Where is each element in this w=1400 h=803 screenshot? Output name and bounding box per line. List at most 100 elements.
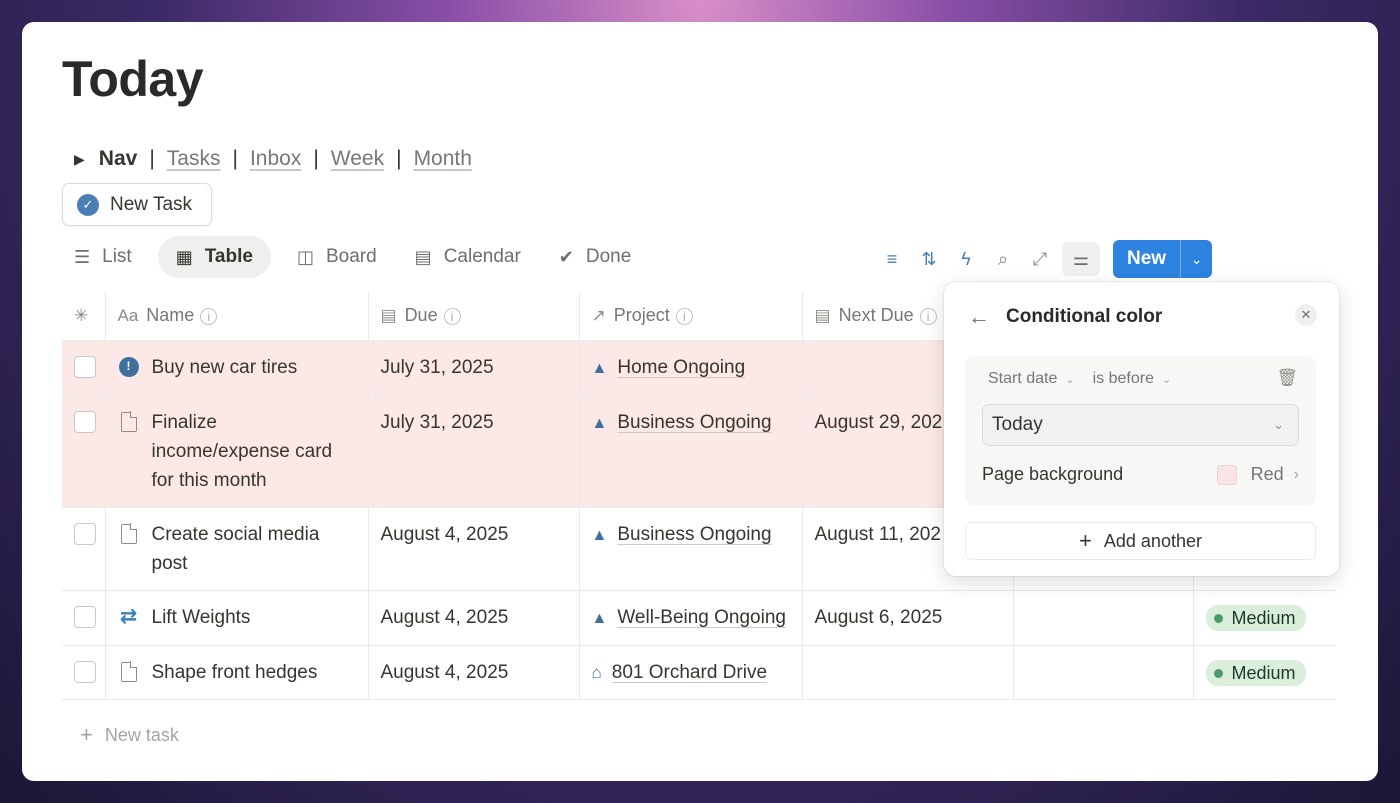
empty-cell[interactable] (1013, 645, 1193, 699)
alarm-icon: ! (118, 357, 140, 382)
rocket-icon: ▲ (592, 610, 608, 627)
project-link[interactable]: Business Ongoing (617, 412, 771, 433)
house-icon: ⌂ (592, 663, 602, 682)
info-icon[interactable]: i (200, 308, 217, 325)
project-link[interactable]: Well-Being Ongoing (617, 607, 786, 628)
chevron-down-icon: ⌄ (1162, 373, 1171, 386)
select-all-header[interactable]: ✳ (62, 292, 105, 340)
row-checkbox[interactable] (74, 411, 96, 433)
project-cell[interactable]: ⌂ 801 Orchard Drive (579, 645, 802, 699)
filter-icon[interactable]: ≡ (877, 242, 907, 276)
project-cell[interactable]: ▲Business Ongoing (579, 507, 802, 590)
table-row[interactable]: Shape front hedges August 4, 2025 ⌂ 801 O… (62, 645, 1336, 699)
next-due-cell[interactable] (802, 645, 1013, 699)
name-cell[interactable]: ⇄Lift Weights (105, 590, 368, 645)
add-another-button[interactable]: + Add another (965, 522, 1316, 560)
sort-icon[interactable]: ⇅ (914, 242, 944, 276)
value-select-text: Today (992, 414, 1043, 436)
add-another-label: Add another (1104, 531, 1202, 552)
calendar-icon: ▤ (815, 306, 831, 325)
plus-icon: + (80, 722, 93, 748)
property-dropdown[interactable]: Start date (988, 370, 1057, 388)
column-header-due[interactable]: ▤Duei (368, 292, 579, 340)
chevron-down-icon[interactable]: ⌄ (1180, 240, 1212, 278)
row-checkbox-cell (62, 507, 105, 590)
task-name: Shape front hedges (152, 658, 318, 687)
name-cell[interactable]: Shape front hedges (105, 645, 368, 699)
expand-icon[interactable]: ⤢ (1025, 242, 1055, 276)
info-icon[interactable]: i (676, 308, 693, 325)
project-link[interactable]: Home Ongoing (617, 357, 745, 378)
rocket-icon: ▲ (592, 360, 608, 377)
automation-bolt-icon[interactable]: ϟ (951, 242, 981, 276)
operator-dropdown[interactable]: is before (1093, 370, 1154, 388)
tab-calendar[interactable]: ▤ Calendar (403, 236, 533, 278)
empty-cell[interactable] (1013, 590, 1193, 645)
due-cell[interactable]: July 31, 2025 (368, 395, 579, 507)
row-checkbox-cell (62, 395, 105, 507)
relation-arrow-icon: ↗ (592, 306, 606, 325)
row-checkbox[interactable] (74, 606, 96, 628)
nav-link-month[interactable]: Month (414, 147, 472, 171)
project-link[interactable]: Business Ongoing (617, 524, 771, 545)
project-cell[interactable]: ▲ Well-Being Ongoing (579, 590, 802, 645)
project-cell[interactable]: ▲ Home Ongoing (579, 340, 802, 395)
column-header-project[interactable]: ↗Projecti (579, 292, 802, 340)
tab-done[interactable]: ✔ Done (547, 236, 644, 278)
close-icon[interactable]: ✕ (1295, 304, 1317, 326)
new-button[interactable]: New (1113, 240, 1180, 278)
color-target-row[interactable]: Page background Red › (982, 464, 1299, 485)
document-icon (118, 412, 140, 495)
row-checkbox[interactable] (74, 661, 96, 683)
task-name: Buy new car tires (152, 353, 298, 382)
tab-label: Calendar (444, 246, 521, 268)
project-link[interactable]: 801 Orchard Drive (612, 662, 767, 683)
column-header-name[interactable]: AaNamei (105, 292, 368, 340)
new-button-group: New ⌄ (1113, 240, 1212, 278)
calendar-icon: ▤ (415, 247, 432, 268)
app-window: Today ▶ Nav | Tasks | Inbox | Week | Mon… (22, 22, 1378, 781)
priority-cell[interactable]: Medium (1193, 645, 1336, 699)
row-checkbox[interactable] (74, 523, 96, 545)
name-cell[interactable]: Finalize income/expense card for this mo… (105, 395, 368, 507)
due-cell[interactable]: August 4, 2025 (368, 590, 579, 645)
nav-separator: | (396, 147, 401, 171)
nav-separator: | (232, 147, 237, 171)
new-task-button[interactable]: ✓ New Task (62, 183, 212, 226)
table-row[interactable]: ⇄Lift Weights August 4, 2025 ▲ Well-Being… (62, 590, 1336, 645)
value-select[interactable]: Today ⌄ (982, 404, 1299, 446)
tab-table[interactable]: ▦ Table (158, 236, 271, 278)
color-rule-card: Start date⌄ is before⌄ 🗑 Today ⌄ Page ba… (965, 356, 1316, 506)
search-icon[interactable]: ⌕ (988, 242, 1018, 276)
toggle-triangle-icon[interactable]: ▶ (74, 151, 85, 168)
rocket-icon: ▲ (592, 415, 608, 432)
text-property-icon: Aa (118, 306, 139, 325)
rule-condition: Start date⌄ is before⌄ (988, 370, 1189, 388)
name-cell[interactable]: Create social media post (105, 507, 368, 590)
due-cell[interactable]: July 31, 2025 (368, 340, 579, 395)
next-due-cell[interactable]: August 6, 2025 (802, 590, 1013, 645)
nav-link-week[interactable]: Week (331, 147, 384, 171)
color-target-label: Page background (982, 464, 1123, 485)
name-cell[interactable]: ! Buy new car tires (105, 340, 368, 395)
check-circle-icon: ✔ (559, 247, 574, 268)
new-task-row[interactable]: + New task (80, 722, 179, 748)
row-checkbox[interactable] (74, 356, 96, 378)
calendar-icon: ▤ (381, 306, 397, 325)
due-cell[interactable]: August 4, 2025 (368, 507, 579, 590)
nav-link-tasks[interactable]: Tasks (167, 147, 221, 171)
tab-list[interactable]: ☰ List (62, 236, 144, 278)
back-arrow-icon[interactable]: ← (968, 304, 990, 330)
nav-separator: | (313, 147, 318, 171)
tab-board[interactable]: ◫ Board (285, 236, 389, 278)
trash-icon[interactable]: 🗑 (1276, 368, 1298, 388)
priority-cell[interactable]: Medium (1193, 590, 1336, 645)
due-cell[interactable]: August 4, 2025 (368, 645, 579, 699)
nav-row: ▶ Nav | Tasks | Inbox | Week | Month (74, 146, 472, 172)
nav-link-inbox[interactable]: Inbox (250, 147, 301, 171)
info-icon[interactable]: i (920, 308, 937, 325)
project-cell[interactable]: ▲ Business Ongoing (579, 395, 802, 507)
page-title: Today (62, 50, 203, 108)
settings-sliders-icon[interactable]: ⚌ (1062, 242, 1100, 276)
info-icon[interactable]: i (444, 308, 461, 325)
